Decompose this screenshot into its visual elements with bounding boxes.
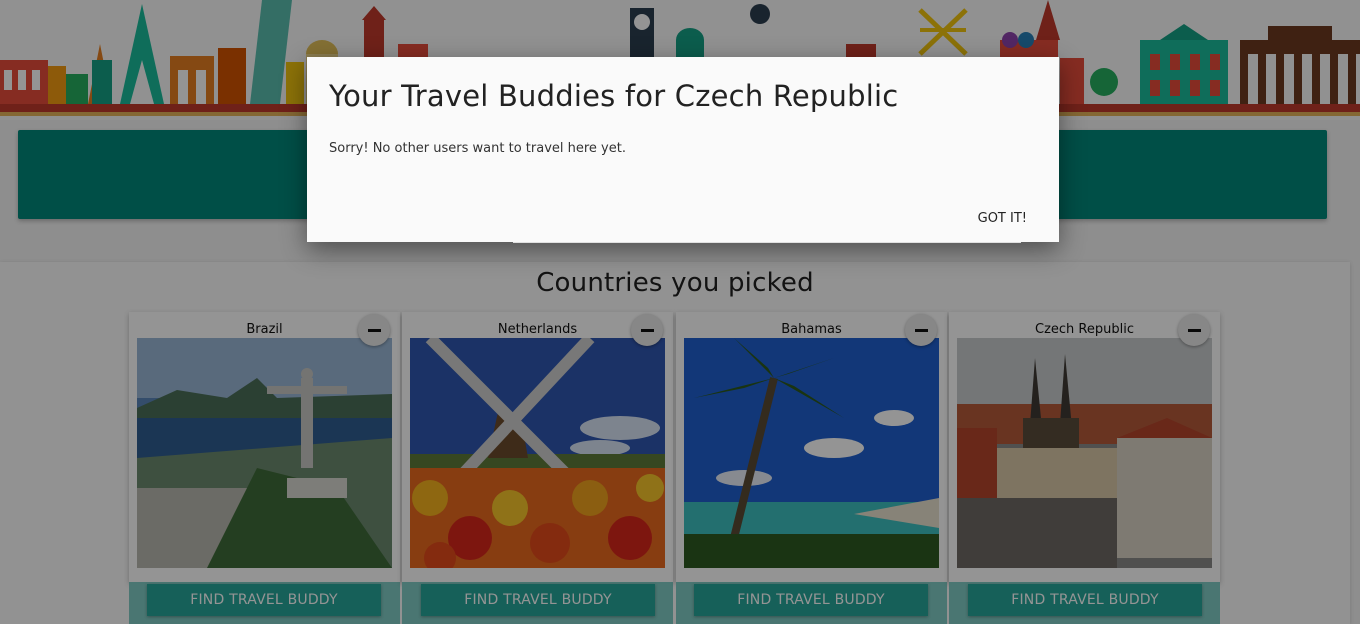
modal-divider (513, 242, 1021, 243)
got-it-button[interactable]: GOT IT! (978, 211, 1027, 226)
travel-buddies-modal: Your Travel Buddies for Czech Republic S… (307, 57, 1059, 243)
modal-title: Your Travel Buddies for Czech Republic (329, 79, 899, 113)
modal-message: Sorry! No other users want to travel her… (329, 141, 626, 156)
